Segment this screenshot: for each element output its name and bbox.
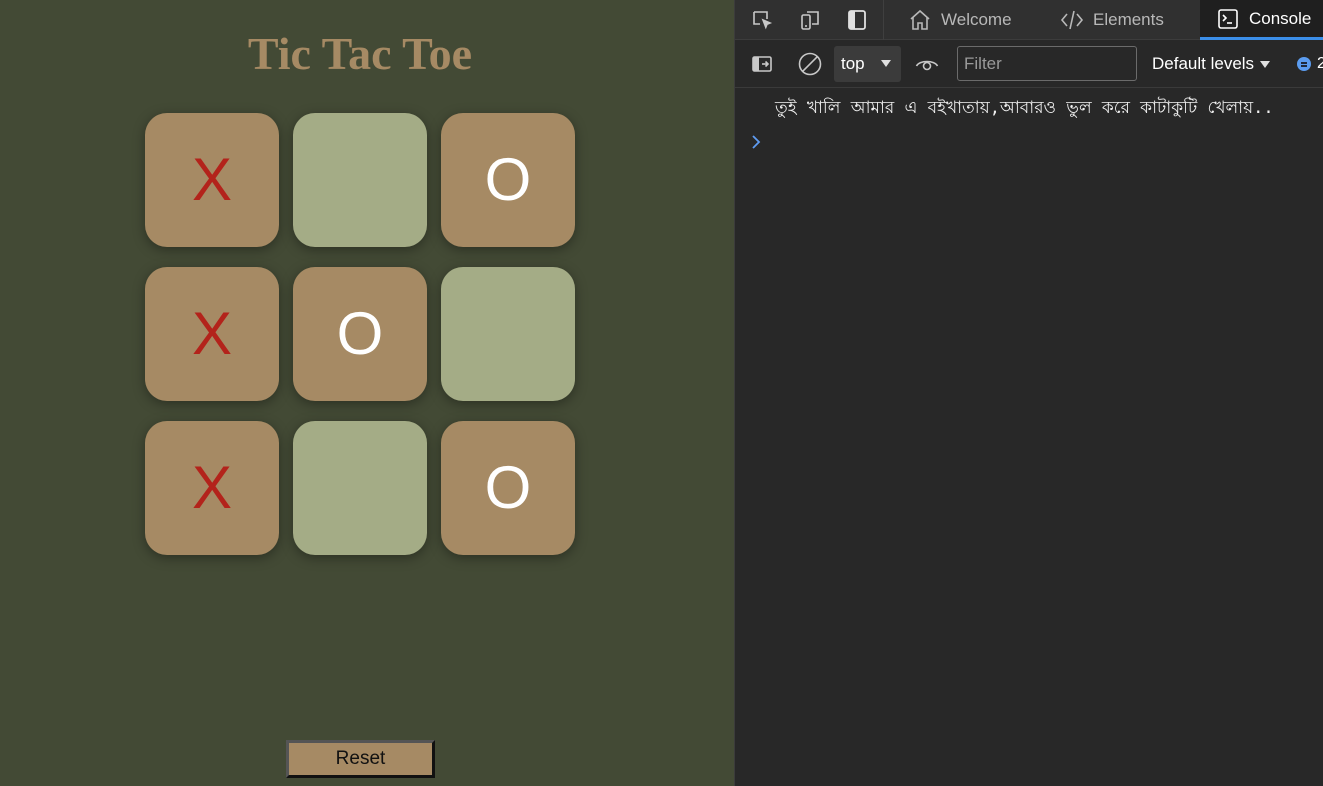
issues-badge[interactable]: 2 xyxy=(1297,55,1323,73)
dock-side-icon[interactable] xyxy=(843,6,871,34)
cell-mark: X xyxy=(191,300,233,367)
console-toolbar: top Default levels 2 xyxy=(735,40,1323,88)
tab-label: Welcome xyxy=(941,10,1012,29)
board-cell[interactable] xyxy=(293,421,427,555)
cell-mark: X xyxy=(191,454,233,521)
console-message[interactable]: তুই খালি আমার এ বইখাতায়,আবারও ভুল করে ক… xyxy=(775,96,1274,120)
board-cell[interactable] xyxy=(441,267,575,401)
cell-mark: O xyxy=(484,146,532,213)
context-select[interactable]: top xyxy=(834,46,901,82)
board-cell[interactable]: X xyxy=(145,113,279,247)
board-cell[interactable]: X xyxy=(145,267,279,401)
sidebar-toggle-icon[interactable] xyxy=(748,50,776,78)
devtools-panel: Welcome Elements Console top Filter Defa… xyxy=(734,0,1323,786)
inspect-element-icon[interactable] xyxy=(748,6,776,34)
console-output: তুই খালি আমার এ বইখাতায়,আবারও ভুল করে ক… xyxy=(735,88,1323,786)
cell-mark: X xyxy=(191,146,233,213)
log-levels-label: Default levels xyxy=(1152,54,1255,73)
issues-count: 2 xyxy=(1317,55,1323,72)
tab-label: Elements xyxy=(1093,10,1164,29)
board-cell[interactable]: O xyxy=(441,421,575,555)
page-title: Tic Tac Toe xyxy=(247,28,473,79)
tab-elements[interactable]: Elements xyxy=(1059,0,1164,40)
board-cell[interactable]: X xyxy=(145,421,279,555)
toolbar-divider xyxy=(883,0,884,40)
reset-button[interactable]: Reset xyxy=(286,740,435,778)
code-brackets-icon xyxy=(1059,7,1085,33)
devtools-tabbar: Welcome Elements Console xyxy=(735,0,1323,40)
console-prompt-icon[interactable] xyxy=(751,133,767,151)
device-emulation-icon[interactable] xyxy=(796,6,824,34)
game-page: Tic Tac Toe X O X O X O Reset xyxy=(0,0,734,786)
cell-mark: O xyxy=(336,300,384,367)
eye-icon[interactable] xyxy=(913,50,941,78)
board-cell[interactable]: O xyxy=(293,267,427,401)
context-value: top xyxy=(841,54,865,73)
log-levels-select[interactable]: Default levels xyxy=(1152,46,1271,82)
home-icon xyxy=(907,7,933,33)
cell-mark: O xyxy=(484,454,532,521)
tab-console[interactable]: Console xyxy=(1200,0,1323,40)
board-cell[interactable] xyxy=(293,113,427,247)
clear-console-icon[interactable] xyxy=(796,50,824,78)
message-icon xyxy=(1297,57,1311,71)
chevron-down-icon xyxy=(1260,60,1271,68)
board-cell[interactable]: O xyxy=(441,113,575,247)
tab-label: Console xyxy=(1249,8,1312,28)
console-icon xyxy=(1215,6,1241,32)
tab-welcome[interactable]: Welcome xyxy=(907,0,1012,40)
chevron-down-icon xyxy=(881,60,891,67)
filter-input[interactable] xyxy=(957,46,1137,81)
